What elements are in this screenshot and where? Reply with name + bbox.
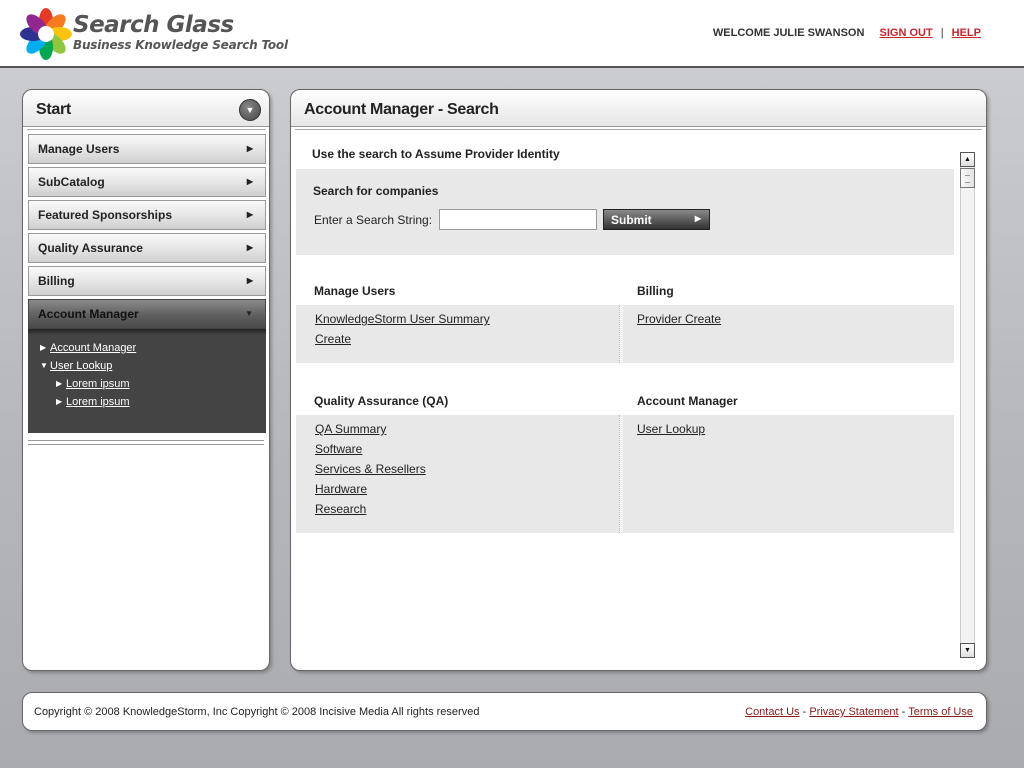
- intro-text: Use the search to Assume Provider Identi…: [312, 147, 560, 161]
- link-software[interactable]: Software: [315, 441, 619, 461]
- link-user-lookup[interactable]: User Lookup: [637, 421, 954, 441]
- sidebar-item-label: Featured Sponsorships: [38, 208, 173, 222]
- link-provider-create[interactable]: Provider Create: [637, 311, 954, 331]
- search-heading: Search for companies: [313, 184, 439, 198]
- sidebar-item-account-manager[interactable]: Account Manager ▼: [28, 299, 266, 329]
- footer-separator: -: [802, 706, 807, 718]
- sidebar-item-label: SubCatalog: [38, 175, 105, 189]
- section-links: User Lookup: [623, 415, 954, 533]
- arrow-right-icon: ▶: [246, 177, 253, 186]
- search-input[interactable]: [439, 209, 597, 230]
- subnav-item: ▶ Lorem ipsum: [28, 393, 266, 411]
- logo-text: Search Glass Business Knowledge Search T…: [73, 12, 288, 52]
- scroll-down-icon[interactable]: ▼: [960, 643, 975, 658]
- section-account-manager: Account Manager User Lookup: [623, 387, 954, 533]
- footer: Copyright © 2008 KnowledgeStorm, Inc Cop…: [22, 692, 987, 731]
- arrow-right-icon: ▶: [56, 397, 63, 406]
- section-title: Manage Users: [314, 284, 396, 298]
- section-manage-users: Manage Users KnowledgeStorm User Summary…: [296, 277, 619, 363]
- link-research[interactable]: Research: [315, 501, 619, 521]
- search-label: Enter a Search String:: [314, 213, 433, 227]
- sidebar-item-subcatalog[interactable]: SubCatalog ▶: [28, 167, 266, 197]
- submit-button[interactable]: Submit ▶: [603, 209, 710, 230]
- sidebar-item-label: Account Manager: [38, 307, 139, 321]
- subnav-link-user-lookup[interactable]: User Lookup: [50, 357, 266, 375]
- privacy-statement-link[interactable]: Privacy Statement: [809, 706, 898, 718]
- sidebar-header: Start ▼: [23, 90, 269, 130]
- sidebar-item-label: Quality Assurance: [38, 241, 143, 255]
- footer-separator: -: [901, 706, 906, 718]
- link-qa-summary[interactable]: QA Summary: [315, 421, 619, 441]
- copyright-text: Copyright © 2008 KnowledgeStorm, Inc Cop…: [34, 706, 480, 718]
- scroll-up-icon[interactable]: ▲: [960, 152, 975, 167]
- terms-of-use-link[interactable]: Terms of Use: [908, 706, 973, 718]
- section-links: Provider Create: [623, 305, 954, 363]
- help-link[interactable]: HELP: [952, 27, 981, 39]
- section-row: Quality Assurance (QA) QA Summary Softwa…: [296, 387, 954, 533]
- link-services-resellers[interactable]: Services & Resellers: [315, 461, 619, 481]
- subnav-item: ▶ Account Manager: [28, 339, 266, 357]
- arrow-right-icon: ▶: [246, 276, 253, 285]
- sidebar-item-manage-users[interactable]: Manage Users ▶: [28, 134, 266, 164]
- user-bar: WELCOME JULIE SWANSON SIGN OUT | HELP: [713, 27, 981, 39]
- arrow-down-icon: ▼: [245, 309, 253, 318]
- section-title: Quality Assurance (QA): [314, 394, 449, 408]
- link-hardware[interactable]: Hardware: [315, 481, 619, 501]
- subnav-link-lorem-ipsum-2[interactable]: Lorem ipsum: [66, 393, 266, 411]
- section-title: Billing: [637, 284, 674, 298]
- subnav-item: ▼ User Lookup: [28, 357, 266, 375]
- flower-logo-icon: [20, 8, 72, 60]
- sidebar-title: Start: [36, 101, 71, 118]
- main-header: Account Manager - Search: [291, 90, 986, 130]
- section-links: KnowledgeStorm User Summary Create: [296, 305, 619, 363]
- arrow-right-icon: ▶: [246, 210, 253, 219]
- scroll-thumb[interactable]: [960, 168, 975, 188]
- arrow-right-icon: ▶: [246, 243, 253, 252]
- scroll-track[interactable]: [960, 167, 975, 645]
- section-billing: Billing Provider Create: [623, 277, 954, 363]
- section-links: QA Summary Software Services & Resellers…: [296, 415, 619, 533]
- sidebar-divider: [28, 440, 264, 445]
- sidebar-nav: Manage Users ▶ SubCatalog ▶ Featured Spo…: [28, 134, 266, 433]
- arrow-right-icon: ▶: [56, 379, 63, 388]
- section-row: Manage Users KnowledgeStorm User Summary…: [296, 277, 954, 363]
- arrow-right-icon: ▶: [40, 343, 47, 352]
- arrow-down-icon: ▼: [40, 361, 48, 370]
- welcome-text: WELCOME JULIE SWANSON: [712, 27, 865, 39]
- header: Search Glass Business Knowledge Search T…: [0, 0, 1024, 68]
- sidebar-item-featured-sponsorships[interactable]: Featured Sponsorships ▶: [28, 200, 266, 230]
- chevron-down-icon[interactable]: ▼: [239, 99, 261, 121]
- section-quality-assurance: Quality Assurance (QA) QA Summary Softwa…: [296, 387, 619, 533]
- sidebar-item-label: Manage Users: [38, 142, 120, 156]
- vertical-scrollbar[interactable]: ▲ ▼: [960, 152, 976, 660]
- sign-out-link[interactable]: SIGN OUT: [880, 27, 933, 39]
- main-content: Use the search to Assume Provider Identi…: [296, 134, 960, 664]
- sidebar-panel: Start ▼ Manage Users ▶ SubCatalog ▶ Feat…: [22, 89, 270, 671]
- logo-subtitle: Business Knowledge Search Tool: [73, 38, 288, 52]
- sidebar-subnav: ▶ Account Manager ▼ User Lookup ▶ Lorem …: [28, 329, 266, 433]
- submit-label: Submit: [611, 212, 652, 227]
- sidebar-item-quality-assurance[interactable]: Quality Assurance ▶: [28, 233, 266, 263]
- logo-title: Search Glass: [73, 12, 234, 38]
- sidebar-item-label: Billing: [38, 274, 75, 288]
- link-create[interactable]: Create: [315, 331, 619, 351]
- subnav-item: ▶ Lorem ipsum: [28, 375, 266, 393]
- main-panel: Account Manager - Search Use the search …: [290, 89, 987, 671]
- page-title: Account Manager - Search: [304, 101, 499, 118]
- footer-links: Contact Us - Privacy Statement - Terms o…: [745, 706, 973, 718]
- subnav-link-account-manager[interactable]: Account Manager: [50, 339, 266, 357]
- link-knowledgestorm-user-summary[interactable]: KnowledgeStorm User Summary: [315, 311, 619, 331]
- subnav-link-lorem-ipsum-1[interactable]: Lorem ipsum: [66, 375, 266, 393]
- header-separator: |: [940, 27, 944, 39]
- section-title: Account Manager: [637, 394, 738, 408]
- arrow-right-icon: ▶: [246, 144, 253, 153]
- sidebar-item-billing[interactable]: Billing ▶: [28, 266, 266, 296]
- contact-us-link[interactable]: Contact Us: [745, 706, 799, 718]
- search-section: Search for companies Enter a Search Stri…: [296, 169, 954, 255]
- arrow-right-icon: ▶: [694, 214, 701, 223]
